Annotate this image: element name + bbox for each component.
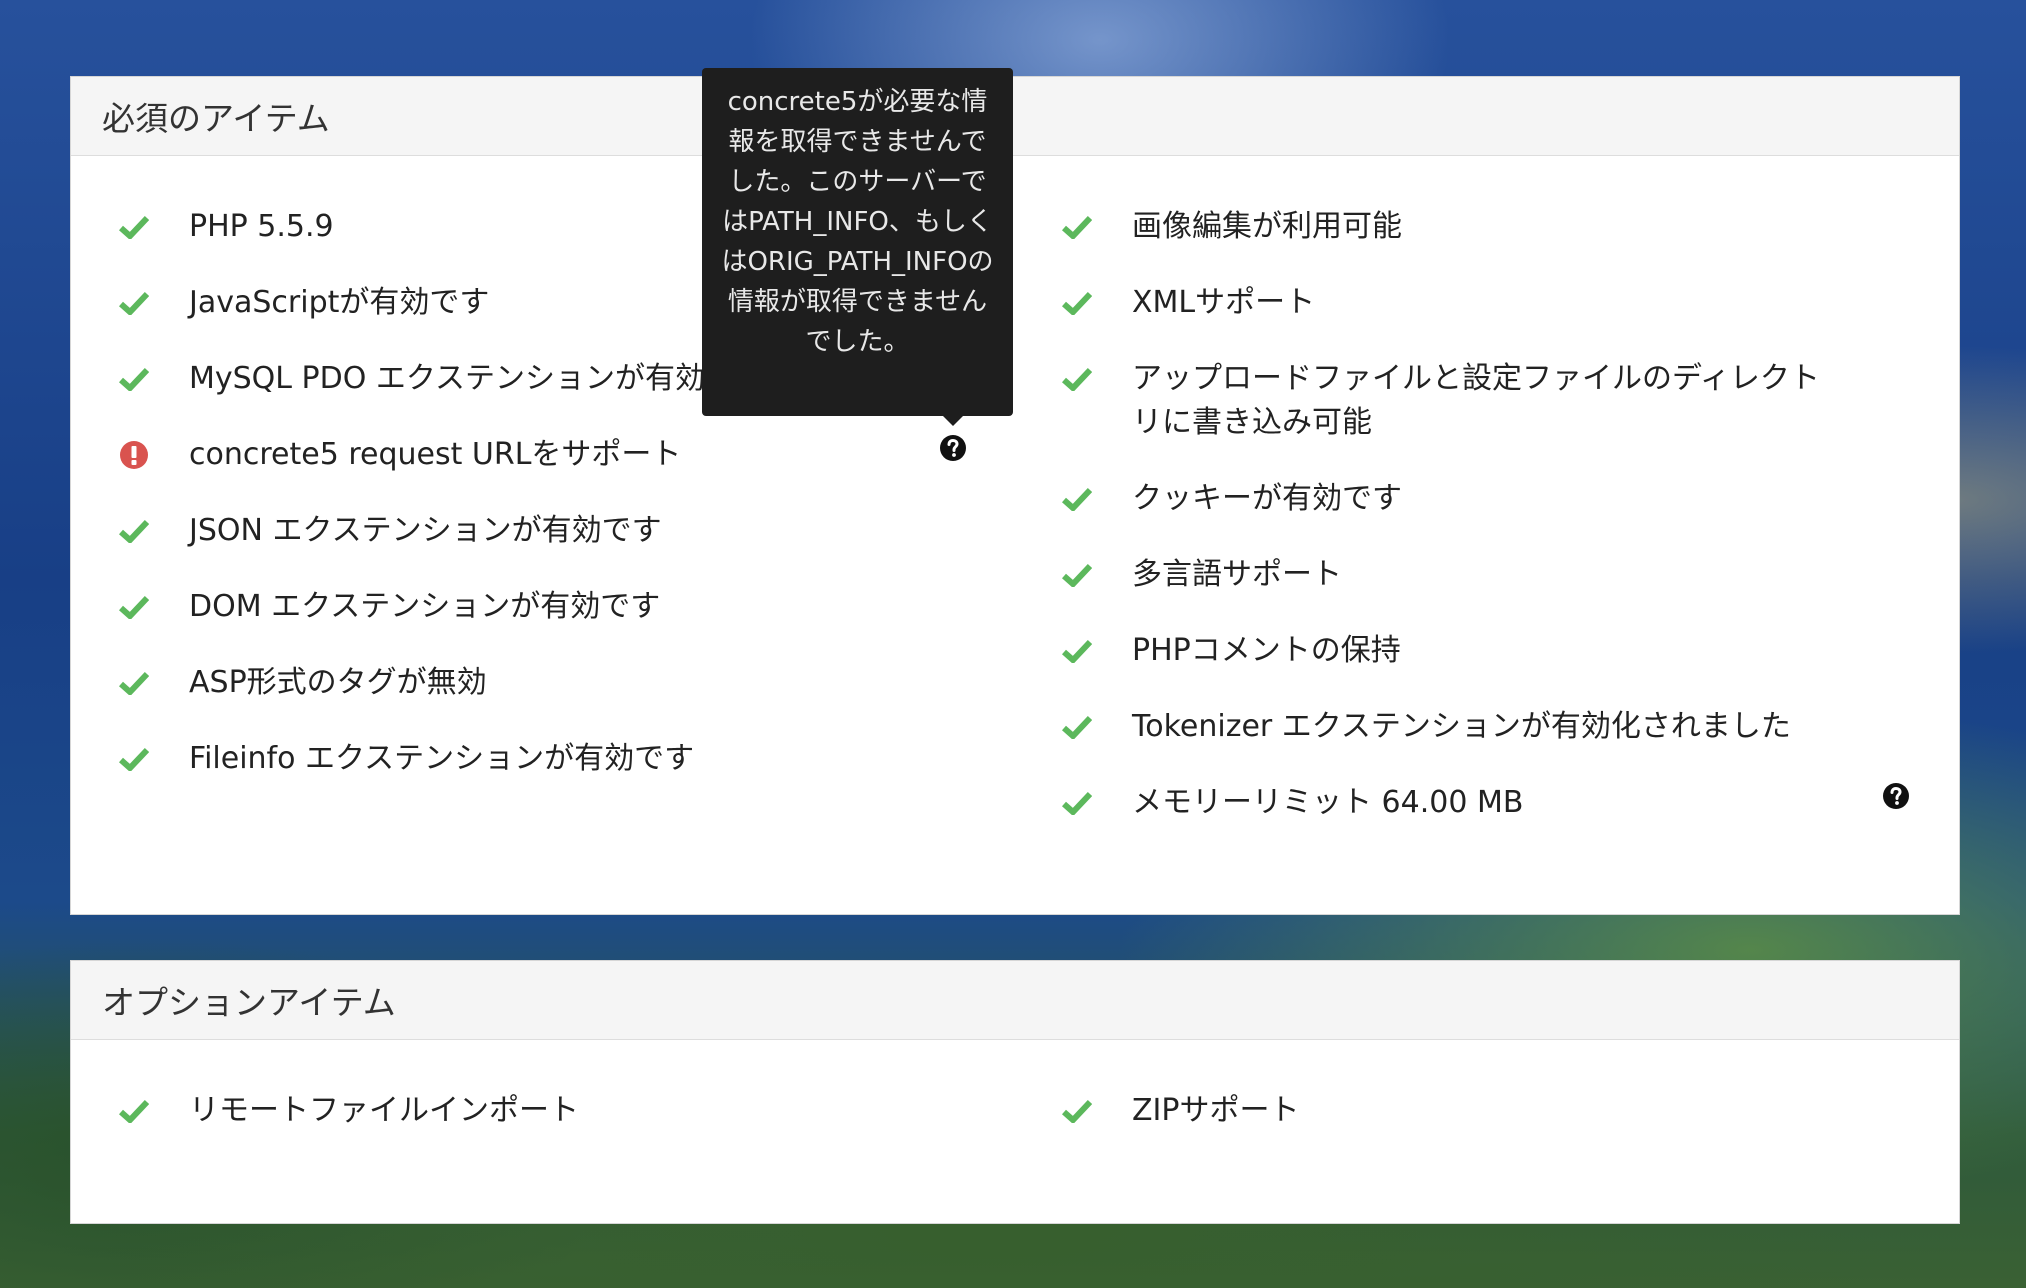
- check-icon: [71, 509, 189, 553]
- check-icon: [71, 357, 189, 401]
- optional-item: ZIPサポート: [1014, 1089, 1300, 1133]
- requirement-label: MySQL PDO エクステンションが有効です: [189, 361, 765, 396]
- requirement-label: クッキーが有効です: [1132, 481, 1402, 516]
- requirement-label: 画像編集が利用可能: [1132, 209, 1402, 244]
- requirement-label: Fileinfo エクステンションが有効です: [189, 741, 695, 776]
- requirement-label: PHPコメントの保持: [1132, 633, 1401, 668]
- requirement-label: DOM エクステンションが有効です: [189, 589, 661, 624]
- requirement-item: ASP形式のタグが無効: [71, 661, 487, 705]
- requirement-item: DOM エクステンションが有効です: [71, 585, 660, 629]
- check-icon: [71, 661, 189, 705]
- check-icon: [71, 281, 189, 325]
- check-icon: [71, 1089, 189, 1133]
- check-icon: [71, 585, 189, 629]
- requirement-label: Tokenizer エクステンションが有効化されました: [1132, 709, 1791, 744]
- check-icon: [1014, 705, 1132, 749]
- requirement-label: ASP形式のタグが無効: [189, 665, 487, 700]
- tooltip-arrow: [943, 416, 963, 426]
- check-icon: [71, 205, 189, 249]
- requirement-item: MySQL PDO エクステンションが有効です: [71, 357, 765, 401]
- question-circle-icon[interactable]: [1882, 782, 1910, 810]
- help-tooltip: concrete5が必要な情報を取得できませんでした。このサーバーではPATH_…: [702, 68, 1013, 416]
- requirement-label: XMLサポート: [1132, 285, 1316, 320]
- optional-items-title: オプションアイテム: [102, 983, 396, 1022]
- requirement-item: concrete5 request URLをサポート: [71, 433, 681, 477]
- check-icon: [1014, 1089, 1132, 1133]
- requirement-label: 多言語サポート: [1132, 557, 1342, 592]
- requirement-item: クッキーが有効です: [1014, 477, 1402, 521]
- optional-label: ZIPサポート: [1132, 1093, 1300, 1128]
- check-icon: [1014, 553, 1132, 597]
- required-items-header: 必須のアイテム: [71, 77, 1959, 156]
- requirement-label: JavaScriptが有効です: [189, 285, 490, 320]
- requirement-label: メモリーリミット 64.00 MB: [1132, 785, 1524, 820]
- question-circle-icon[interactable]: [939, 434, 967, 462]
- requirement-label: JSON エクステンションが有効です: [189, 513, 662, 548]
- check-icon: [71, 737, 189, 781]
- requirement-item: JavaScriptが有効です: [71, 281, 489, 325]
- requirement-item: JSON エクステンションが有効です: [71, 509, 662, 553]
- requirement-label: アップロードファイルと設定ファイルのディレクトリに書き込み可能: [1132, 361, 1820, 440]
- optional-label: リモートファイルインポート: [189, 1093, 579, 1128]
- requirement-item: 画像編集が利用可能: [1014, 205, 1402, 249]
- optional-items-header: オプションアイテム: [71, 961, 1959, 1040]
- requirement-item: PHPコメントの保持: [1014, 629, 1401, 673]
- optional-items-panel: オプションアイテム リモートファイルインポート ZIPサポート: [70, 960, 1960, 1224]
- requirement-item: Tokenizer エクステンションが有効化されました: [1014, 705, 1791, 749]
- check-icon: [1014, 357, 1132, 401]
- requirement-label: concrete5 request URLをサポート: [189, 437, 682, 472]
- check-icon: [1014, 205, 1132, 249]
- requirement-item: PHP 5.5.9: [71, 205, 334, 249]
- requirement-item: アップロードファイルと設定ファイルのディレクトリに書き込み可能: [1014, 357, 1832, 445]
- required-items-title: 必須のアイテム: [102, 99, 330, 138]
- requirement-item: Fileinfo エクステンションが有効です: [71, 737, 694, 781]
- error-icon: [71, 433, 189, 477]
- requirement-label: PHP 5.5.9: [189, 209, 334, 244]
- required-items-panel: 必須のアイテム PHP 5.5.9 JavaScriptが有効です MySQL …: [70, 76, 1960, 915]
- requirement-item: メモリーリミット 64.00 MB: [1014, 781, 1523, 825]
- optional-item: リモートファイルインポート: [71, 1089, 579, 1133]
- check-icon: [1014, 781, 1132, 825]
- check-icon: [1014, 629, 1132, 673]
- check-icon: [1014, 281, 1132, 325]
- requirement-item: 多言語サポート: [1014, 553, 1342, 597]
- requirement-item: XMLサポート: [1014, 281, 1315, 325]
- check-icon: [1014, 477, 1132, 521]
